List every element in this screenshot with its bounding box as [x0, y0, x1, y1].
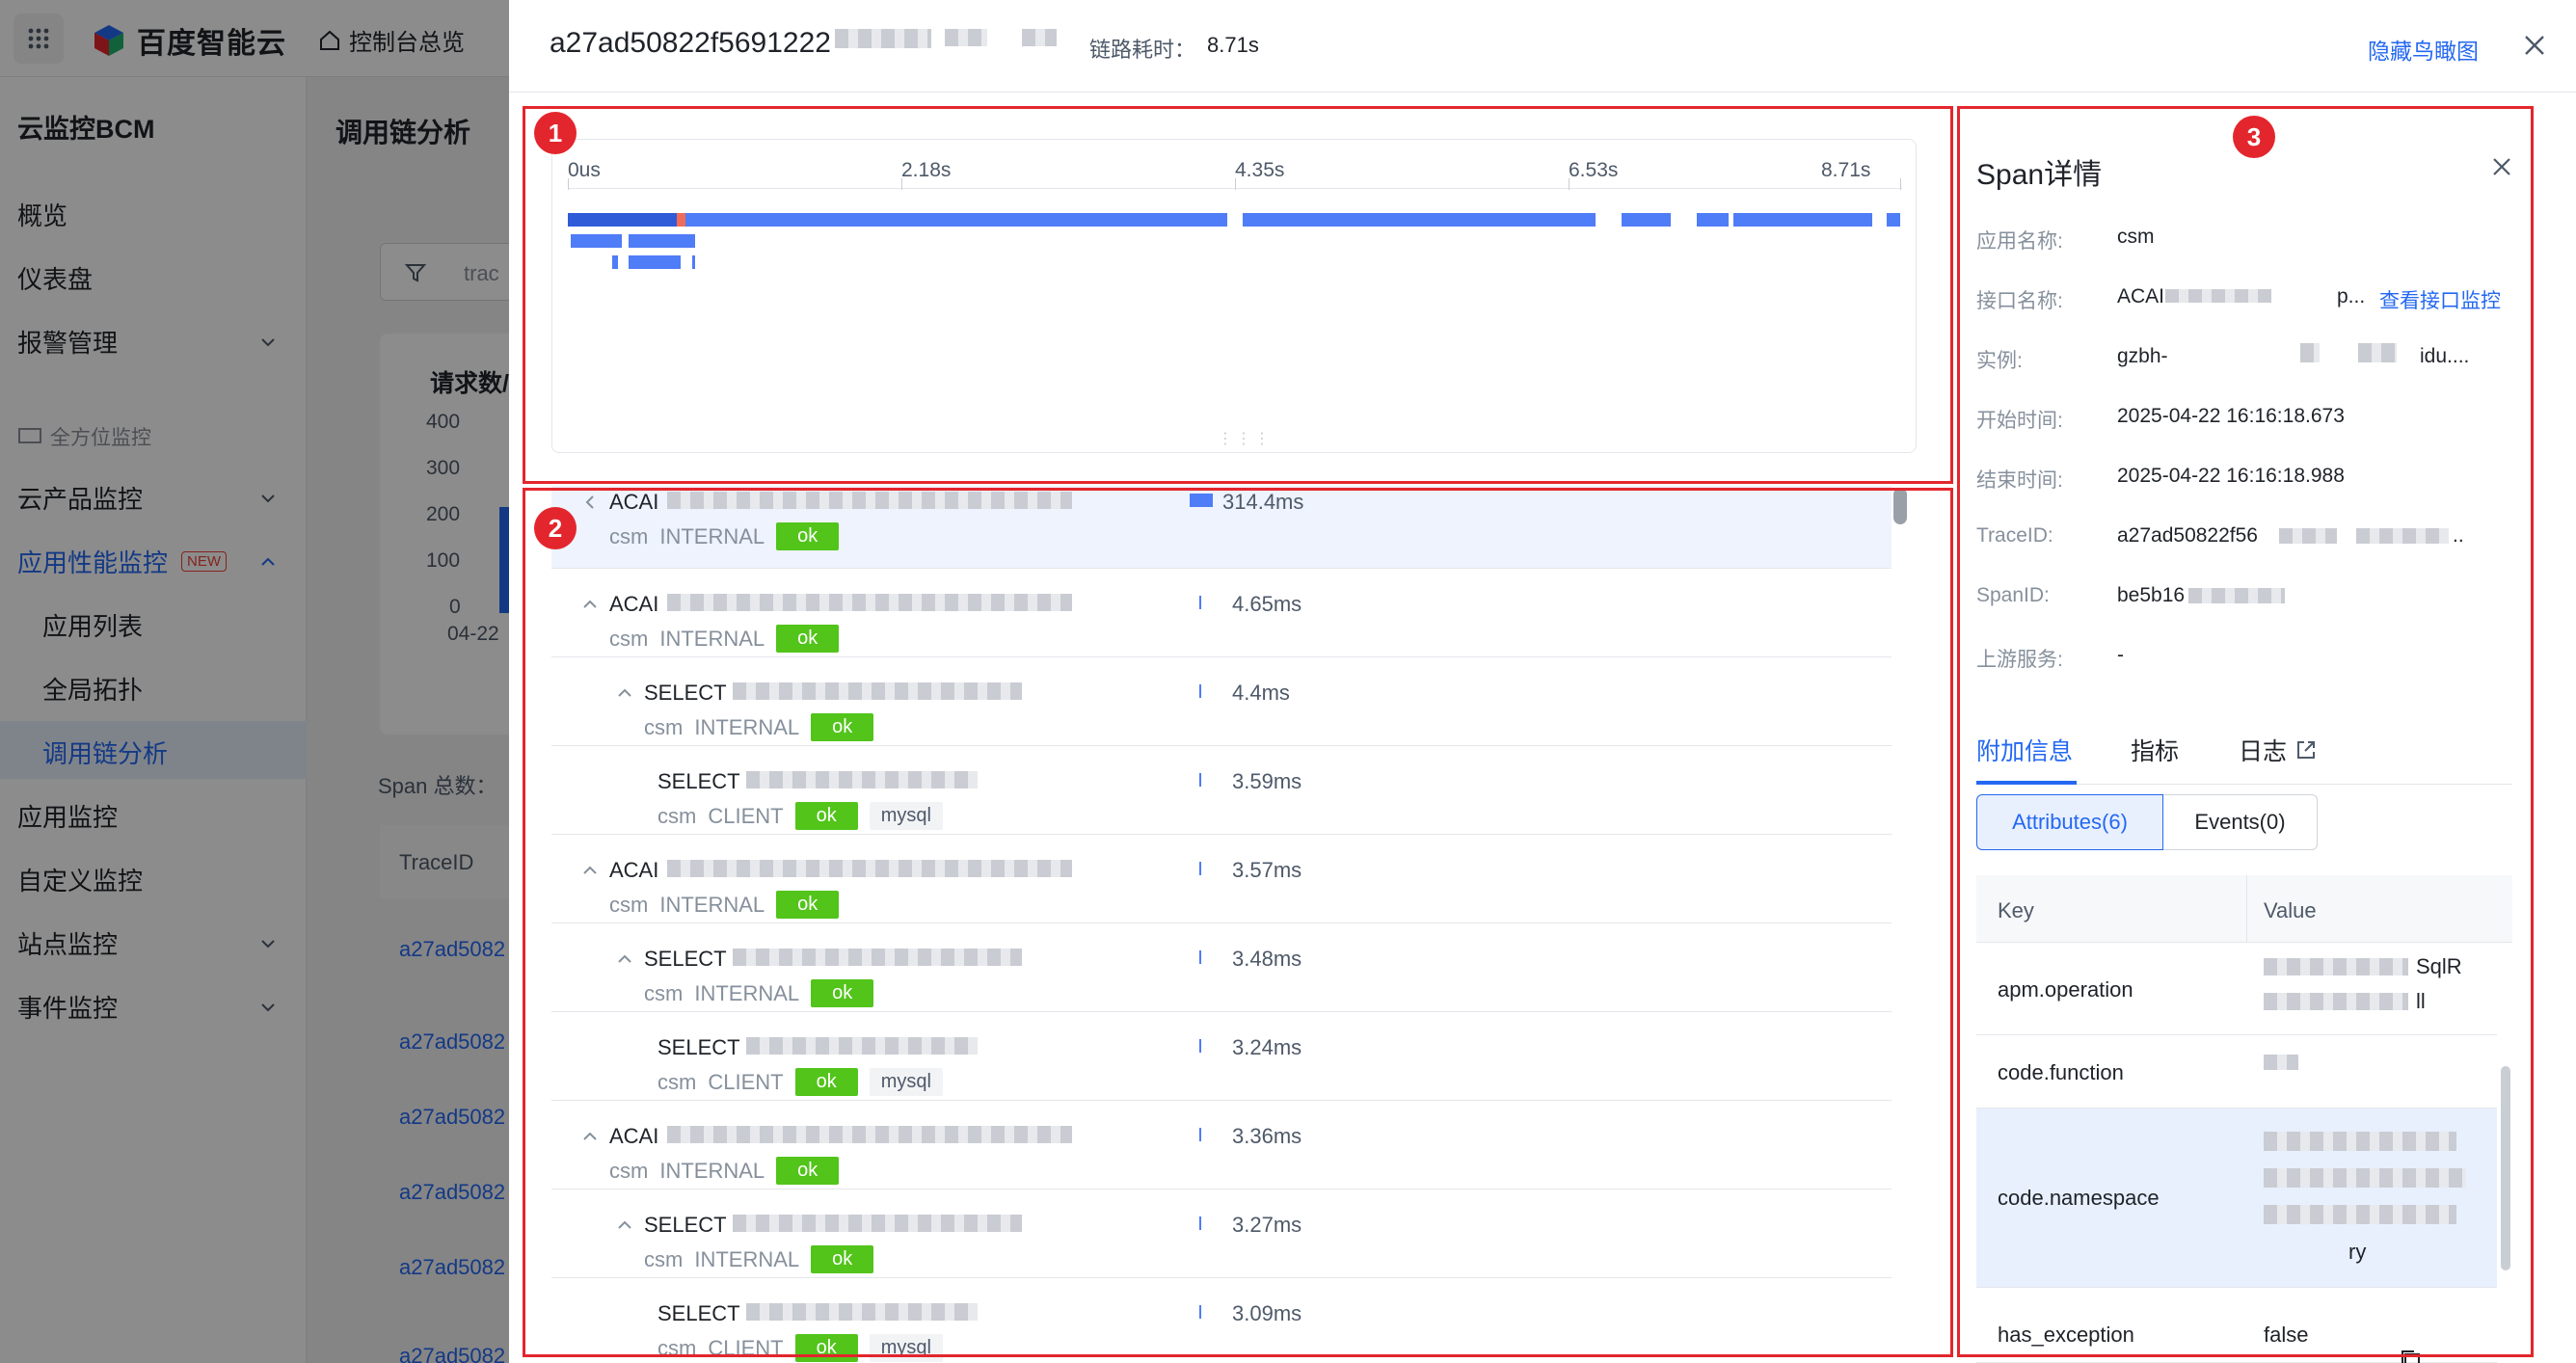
- trace-detail-drawer: a27ad50822f5691222 链路耗时： 8.71s 隐藏鸟瞰图 0us…: [509, 0, 2576, 1363]
- redacted-mask: [945, 29, 987, 46]
- annotation-badge-1: 1: [534, 112, 577, 154]
- annotation-box-1: [523, 106, 1953, 484]
- hide-overview-link[interactable]: 隐藏鸟瞰图: [2368, 33, 2479, 66]
- trace-id-title: a27ad50822f5691222: [550, 27, 831, 59]
- redacted-mask: [1022, 29, 1057, 46]
- annotation-badge-2: 2: [534, 507, 577, 549]
- close-icon[interactable]: [2520, 31, 2549, 60]
- drawer-header: a27ad50822f5691222 链路耗时： 8.71s 隐藏鸟瞰图: [509, 0, 2576, 93]
- trace-duration-label: 链路耗时：: [1089, 38, 1196, 62]
- annotation-box-3: [1957, 106, 2534, 1357]
- trace-duration-value: 8.71s: [1207, 33, 1259, 57]
- redacted-mask: [835, 29, 931, 48]
- annotation-badge-3: 3: [2233, 116, 2275, 158]
- annotation-box-2: [523, 488, 1953, 1357]
